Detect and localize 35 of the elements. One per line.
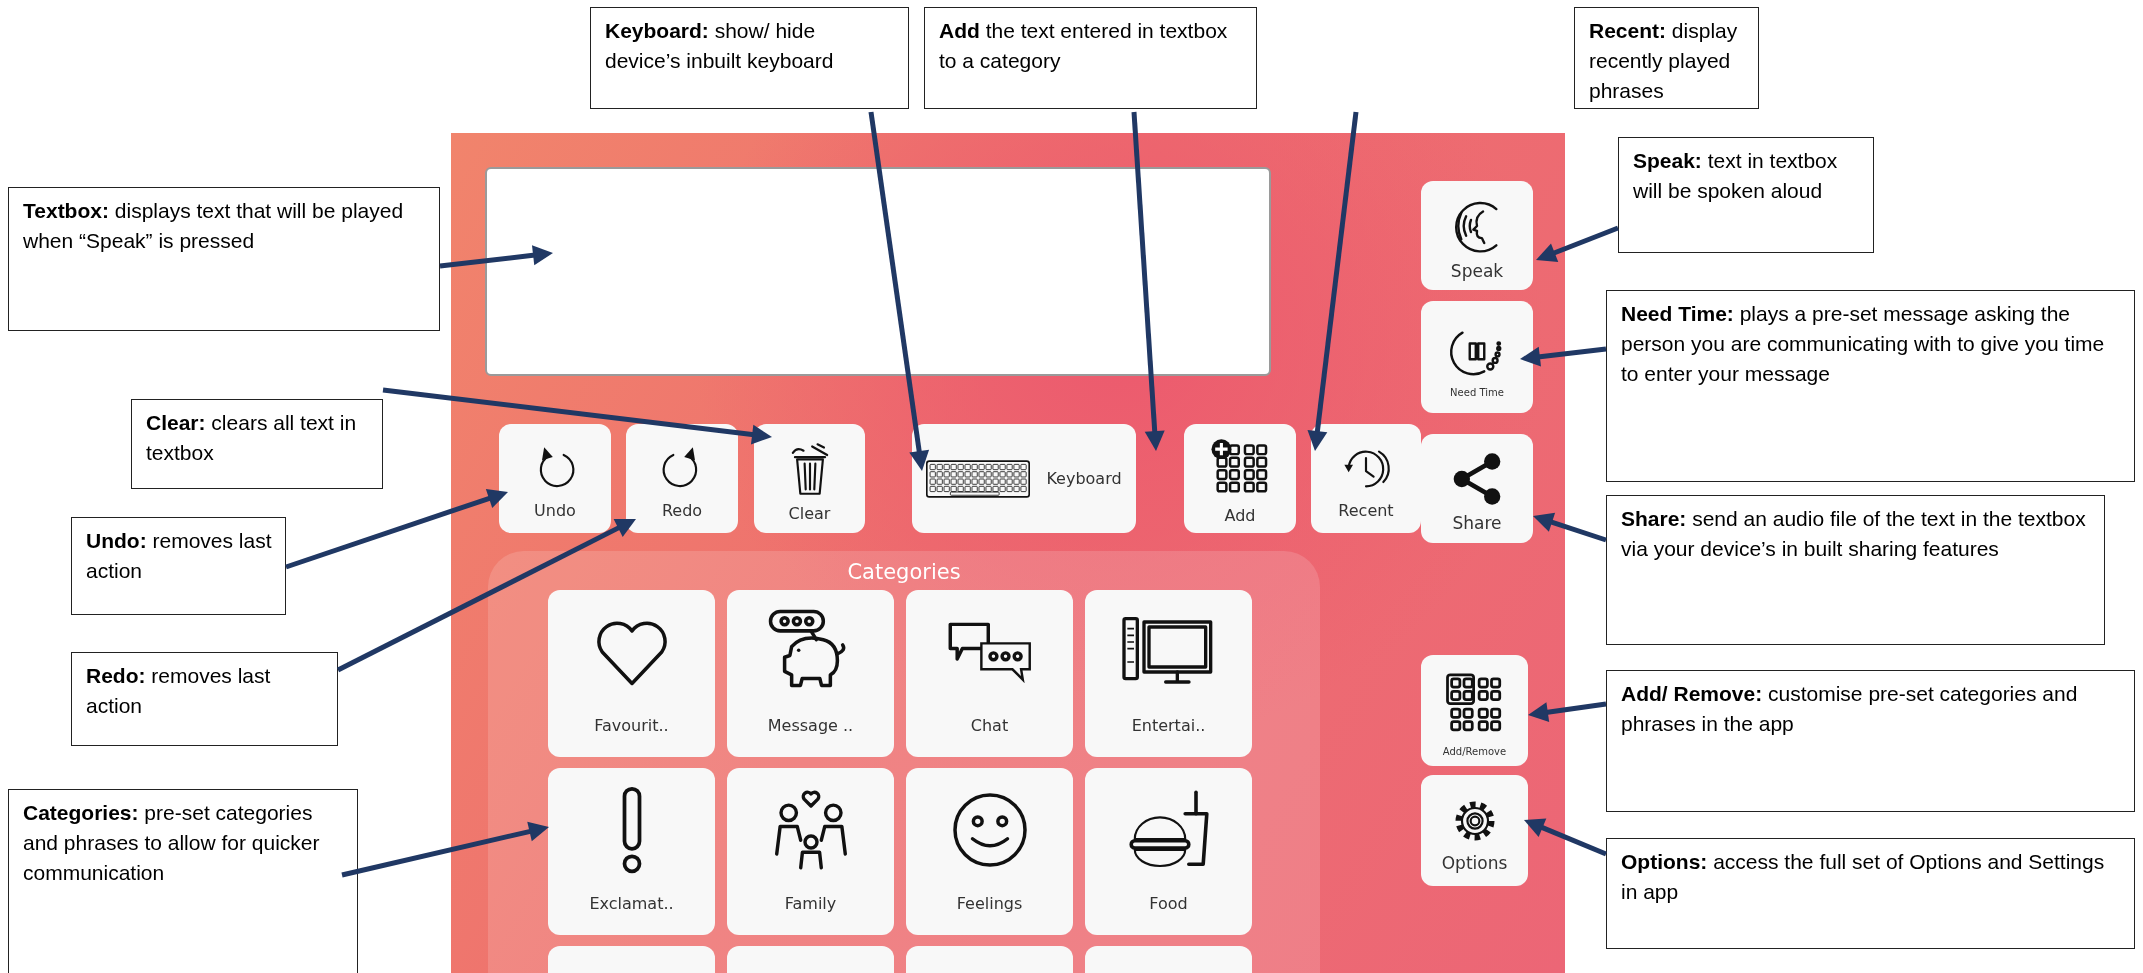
callout-text: Add/ Remove: customise pre-set categories and phrases in the app [1621,681,2079,737]
callout-text: Redo: removes last action [86,663,272,719]
toolbar-button[interactable]: Clear [754,424,865,533]
toolbar-button[interactable]: Recent [1311,424,1421,533]
toolbar-button[interactable]: Add [1184,424,1296,533]
callout-text: Textbox: displays text that will be played when “Speak” is pressed [23,198,405,254]
callout-text: Keyboard: show/ hide device’s inbuilt keyboard [605,18,835,74]
text-box[interactable] [485,167,1271,376]
callout-text: Add the text entered in textbox to a category [939,18,1229,74]
callout-text: Options: access the full set of Options and Settings in app [1621,849,2106,905]
side-button[interactable]: Need Time [1421,301,1533,413]
toolbar-button[interactable]: Redo [626,424,738,533]
side-button[interactable]: Speak [1421,181,1533,290]
callout-text: Categories: pre-set categories and phrases to allow for quicker communication [23,800,321,886]
toolbar-button[interactable]: Undo [499,424,611,533]
side-button[interactable]: Options [1421,775,1528,886]
category-tile[interactable]: Entertai.. [1085,590,1252,757]
callout-text: Undo: removes last action [86,528,273,584]
callout-text: Need Time: plays a pre-set message asking the person you are communicating with to give you time to enter your message [1621,301,2106,387]
toolbar-button[interactable]: Keyboard [912,424,1136,533]
keyboard-icon [926,459,1031,498]
categories-title: Categories [847,559,961,586]
category-tile[interactable]: Message .. [727,590,894,757]
side-button[interactable]: Share [1421,434,1533,543]
callout-text: Clear: clears all text in textbox [146,410,358,466]
callout-text: Recent: display recently played phrases [1589,18,1739,104]
callout-text: Speak: text in textbox will be spoken aloud [1633,148,1839,204]
callout-text: Share: send an audio file of the text in the textbox via your device’s in built sharing features [1621,506,2087,562]
category-tile[interactable]: Chat [906,590,1073,757]
category-tile[interactable]: Food [1085,768,1252,935]
category-tile[interactable]: Family [727,768,894,935]
category-tile[interactable]: Favourit.. [548,590,715,757]
side-button[interactable]: Add/Remove [1421,655,1528,766]
category-tile[interactable]: Exclamat.. [548,768,715,935]
category-tile[interactable]: Feelings [906,768,1073,935]
